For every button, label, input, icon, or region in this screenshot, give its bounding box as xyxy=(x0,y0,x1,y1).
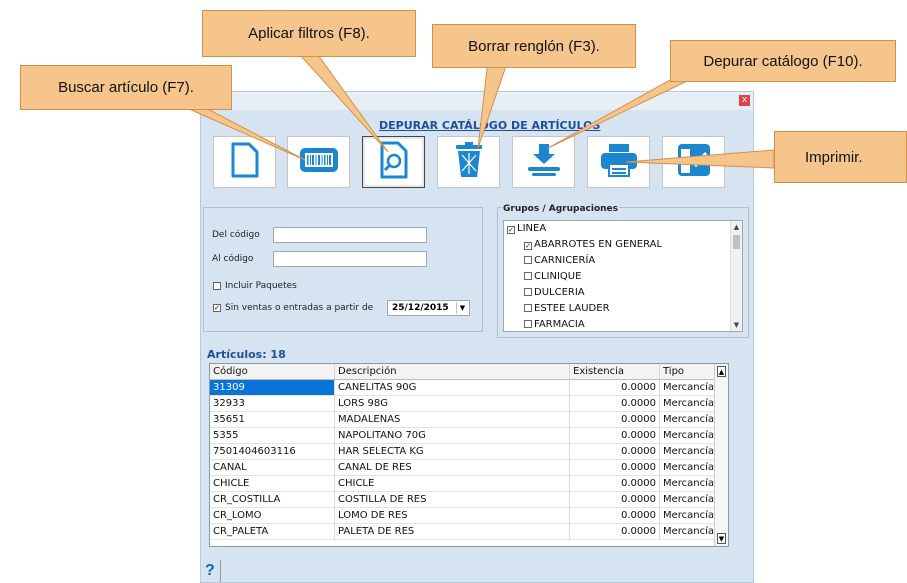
callout-delete: Borrar renglón (F3). xyxy=(432,24,636,68)
callout-print: Imprimir. xyxy=(774,131,907,183)
callout-filters: Aplicar filtros (F8). xyxy=(202,10,416,57)
help-icon[interactable]: ? xyxy=(205,562,215,580)
status-divider xyxy=(220,560,221,582)
callout-search: Buscar artículo (F7). xyxy=(20,65,232,110)
callout-purge: Depurar catálogo (F10). xyxy=(670,40,896,82)
